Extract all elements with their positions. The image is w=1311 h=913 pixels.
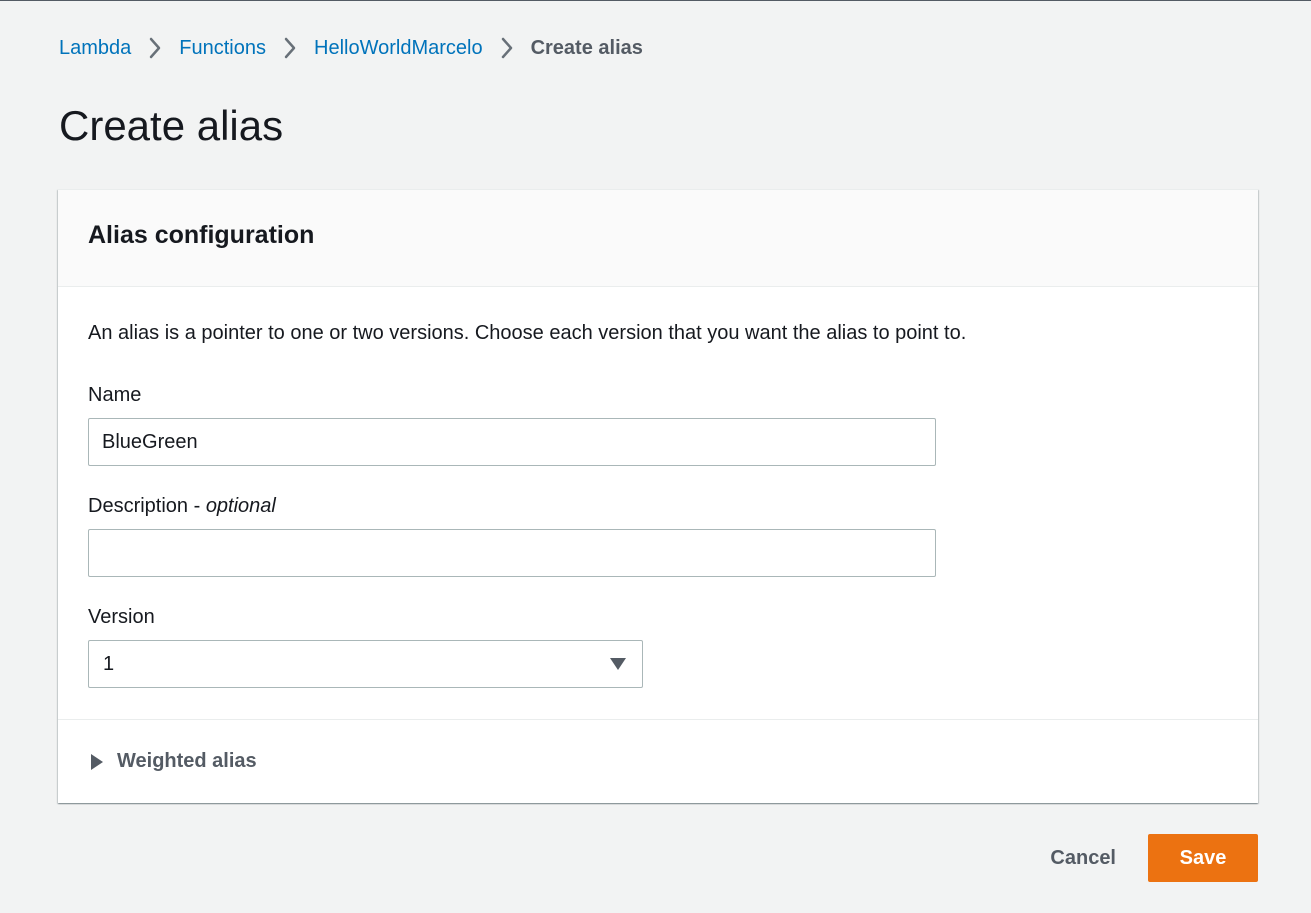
- optional-label: optional: [205, 495, 276, 517]
- alias-configuration-panel: Alias configuration An alias is a pointe…: [58, 189, 1258, 803]
- top-divider: [0, 0, 1311, 1]
- panel-description: An alias is a pointer to one or two vers…: [88, 322, 967, 344]
- description-label-text: Description -: [88, 495, 206, 517]
- chevron-right-icon: [497, 37, 517, 59]
- breadcrumb-current: Create alias: [530, 36, 643, 59]
- panel-title: Alias configuration: [88, 221, 315, 249]
- save-button[interactable]: Save: [1148, 834, 1258, 882]
- caret-down-icon: [610, 658, 626, 670]
- name-input[interactable]: [88, 418, 936, 466]
- caret-right-icon: [91, 753, 103, 770]
- breadcrumb-lambda[interactable]: Lambda: [59, 37, 131, 60]
- panel-header: Alias configuration: [58, 190, 1258, 287]
- description-label: Description - optional: [88, 492, 276, 520]
- chevron-right-icon: [145, 37, 165, 59]
- weighted-alias-label: Weighted alias: [117, 750, 257, 772]
- version-label: Version: [88, 606, 155, 628]
- chevron-right-icon: [280, 37, 300, 59]
- cancel-button[interactable]: Cancel: [1018, 834, 1148, 882]
- breadcrumb-function-name[interactable]: HelloWorldMarcelo: [314, 37, 483, 60]
- breadcrumb: Lambda Functions HelloWorldMarcelo Creat…: [59, 34, 643, 62]
- form-actions: Cancel Save: [1018, 834, 1258, 882]
- breadcrumb-functions[interactable]: Functions: [179, 37, 266, 60]
- panel-body: An alias is a pointer to one or two vers…: [58, 287, 1258, 720]
- page-title: Create alias: [59, 102, 284, 149]
- version-select[interactable]: 1: [88, 640, 643, 688]
- weighted-alias-expander[interactable]: Weighted alias: [88, 750, 257, 773]
- description-input[interactable]: [88, 529, 936, 577]
- name-label: Name: [88, 384, 142, 406]
- version-selected-value: 1: [103, 652, 115, 675]
